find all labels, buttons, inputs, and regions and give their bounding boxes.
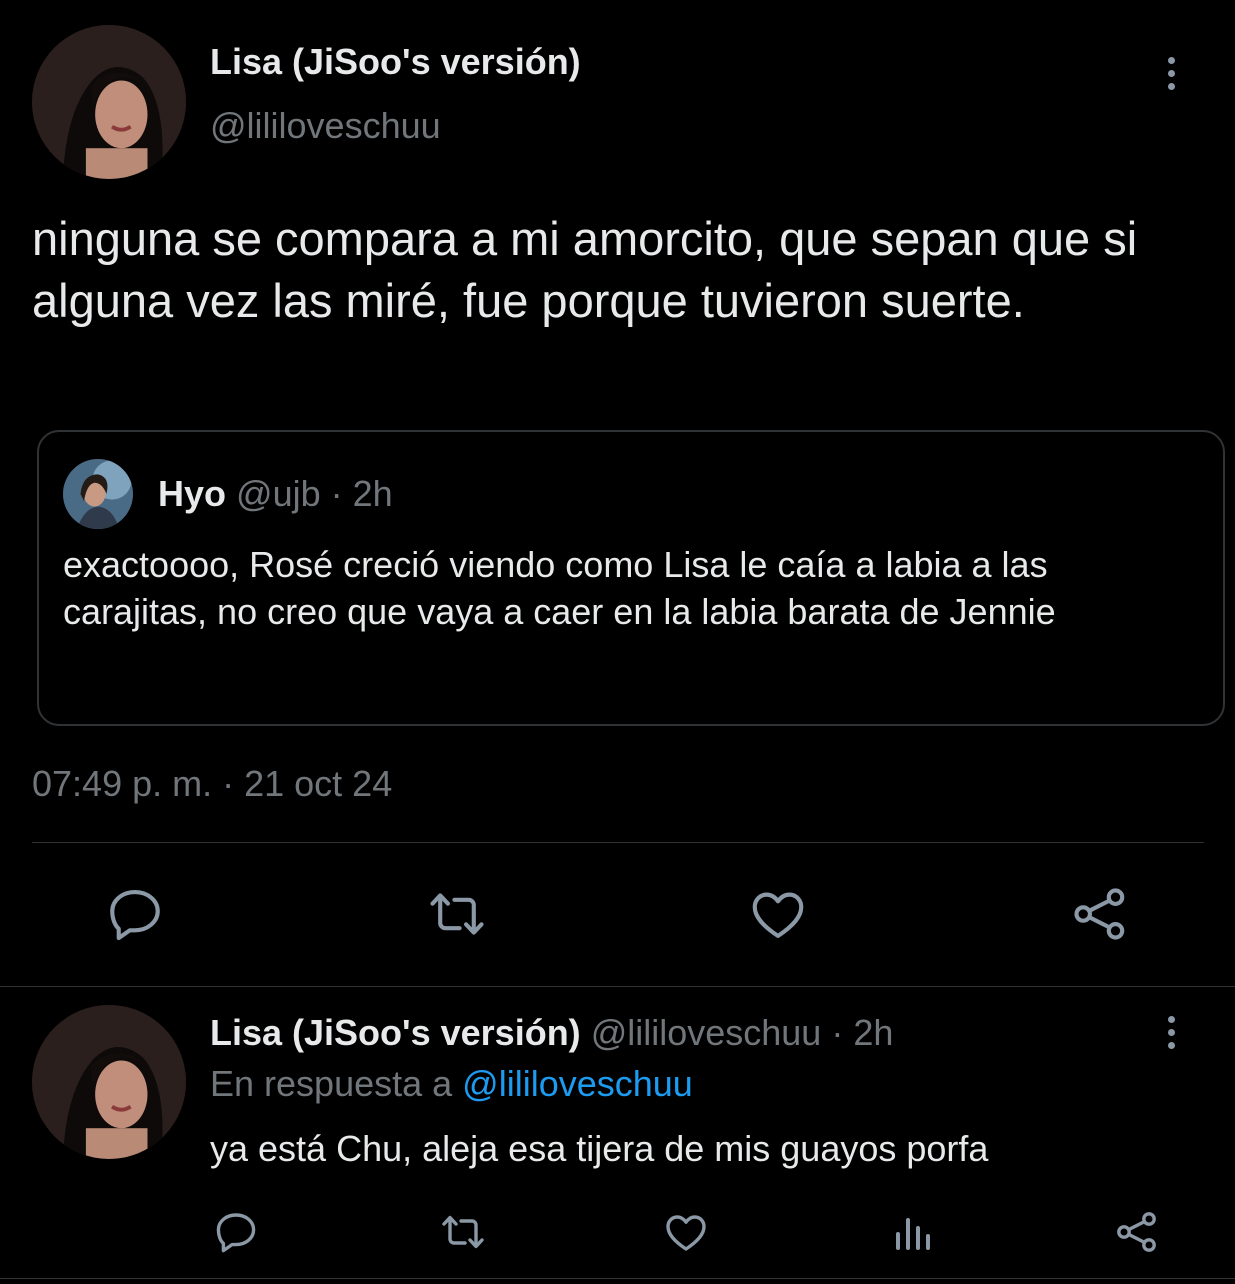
avatar-photo [32, 25, 186, 179]
share-icon[interactable] [1069, 883, 1131, 945]
tweet-timestamp[interactable]: 07:49 p. m. · 21 oct 24 [32, 762, 392, 806]
tweet-text: ninguna se compara a mi amorcito, que se… [32, 212, 1138, 327]
quoted-author-name[interactable]: Hyo [158, 473, 226, 514]
reply-more-options-icon[interactable] [1161, 1016, 1181, 1049]
replying-to-link[interactable]: @lililoveschuu [462, 1063, 693, 1104]
reply-reply-icon[interactable] [212, 1208, 260, 1256]
reply-like-icon[interactable] [662, 1208, 710, 1256]
reply-icon[interactable] [104, 883, 166, 945]
author-avatar[interactable] [32, 25, 186, 179]
like-icon[interactable] [747, 883, 809, 945]
more-options-icon[interactable] [1161, 57, 1181, 90]
quoted-avatar-photo [63, 459, 133, 529]
reply-author-handle[interactable]: @lililoveschuu [591, 1012, 822, 1053]
reply-share-icon[interactable] [1113, 1208, 1161, 1256]
reply-author-name[interactable]: Lisa (JiSoo's versión) [210, 1012, 581, 1053]
replying-to-label: En respuesta a [210, 1063, 453, 1104]
reply-retweet-icon[interactable] [437, 1208, 489, 1256]
bottom-divider [0, 1278, 1235, 1279]
reply-avatar-photo [32, 1005, 186, 1159]
retweet-icon[interactable] [424, 883, 490, 945]
section-divider [0, 986, 1235, 987]
quoted-text: exactoooo, Rosé creció viendo como Lisa … [63, 544, 1056, 632]
divider [32, 842, 1204, 843]
reply-author-avatar[interactable] [32, 1005, 186, 1159]
reply-time: · 2h [831, 1012, 894, 1053]
analytics-icon[interactable] [888, 1208, 936, 1256]
author-handle[interactable]: @lililoveschuu [210, 104, 441, 148]
reply-text: ya está Chu, aleja esa tijera de mis gua… [210, 1128, 989, 1169]
quoted-avatar[interactable] [63, 459, 133, 529]
quoted-time: · 2h [330, 473, 393, 514]
quoted-author-handle[interactable]: @ujb [236, 473, 321, 514]
author-name[interactable]: Lisa (JiSoo's versión) [210, 40, 581, 84]
